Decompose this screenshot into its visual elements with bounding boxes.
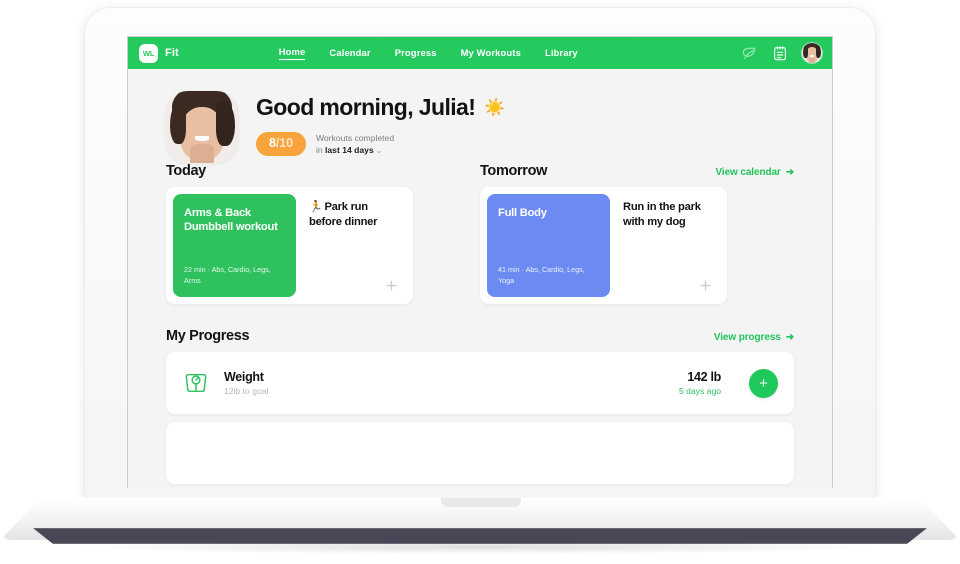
nav-link-home[interactable]: Home — [278, 46, 306, 60]
brand[interactable]: WL Fit — [139, 43, 179, 63]
runner-icon: 🏃 — [309, 201, 323, 213]
top-navigation-bar: WL Fit Home Calendar Progress My Workout… — [128, 37, 832, 69]
screenshot-stage: WL Fit Home Calendar Progress My Workout… — [0, 0, 960, 564]
laptop-screen: WL Fit Home Calendar Progress My Workout… — [127, 36, 833, 488]
today-note[interactable]: 🏃 Park run before dinner — [303, 187, 413, 304]
add-today-item-button[interactable] — [384, 278, 399, 293]
progress-row-label: Weight 12lb to goal — [224, 370, 268, 396]
caption-prefix: in — [315, 145, 326, 156]
tomorrow-heading: Tomorrow — [480, 163, 548, 179]
add-tomorrow-item-button[interactable] — [698, 278, 713, 293]
caption-line-2[interactable]: in last 14 days ⌄ — [316, 144, 394, 157]
user-avatar[interactable] — [802, 43, 822, 63]
greeting-title-text: Good morning, Julia! — [256, 94, 476, 121]
progress-header: My Progress View progress ➜ — [166, 328, 794, 344]
add-weight-entry-button[interactable]: + — [749, 368, 778, 398]
laptop-base-notch — [441, 498, 521, 507]
nav-link-calendar[interactable]: Calendar — [329, 47, 370, 60]
workouts-completed-badge: 8/10 — [256, 132, 306, 156]
nav-link-library[interactable]: Library — [545, 47, 578, 60]
tomorrow-header: Tomorrow View calendar ➜ — [480, 163, 794, 179]
leaf-icon[interactable] — [742, 45, 758, 61]
avatar-face — [802, 43, 822, 63]
view-calendar-label: View calendar — [715, 167, 781, 178]
greeting-subline: 8/10 Workouts completed in last 14 days ⌄ — [256, 132, 505, 157]
scale-icon — [185, 373, 207, 393]
badge-total: /10 — [275, 136, 293, 151]
progress-row-value: 142 lb 5 days ago — [679, 370, 721, 396]
app-logo-icon: WL — [139, 43, 158, 63]
nav-actions — [742, 43, 822, 63]
tomorrow-workout-title: Full Body — [498, 207, 547, 219]
schedule-section: Today Arms & Back Dumbbell workout 22 mi… — [166, 163, 794, 304]
progress-row-weight[interactable]: Weight 12lb to goal 142 lb 5 days ago + — [166, 352, 794, 414]
sun-icon: ☀️ — [484, 97, 505, 117]
primary-nav: Home Calendar Progress My Workouts Libra… — [278, 46, 578, 60]
today-heading: Today — [166, 163, 206, 179]
page-title: Good morning, Julia! ☀️ — [256, 94, 505, 121]
arrow-right-icon: ➜ — [785, 332, 794, 343]
tomorrow-card[interactable]: Full Body 41 min · Abs, Cardio, Legs, Yo… — [480, 187, 727, 304]
progress-heading: My Progress — [166, 328, 250, 344]
view-calendar-link[interactable]: View calendar ➜ — [716, 167, 795, 178]
today-header: Today — [166, 163, 480, 179]
tomorrow-workout-tile[interactable]: Full Body 41 min · Abs, Cardio, Legs, Yo… — [487, 194, 610, 297]
app-name: Fit — [165, 47, 179, 59]
tomorrow-note-title: Run in the park with my dog — [623, 201, 701, 228]
chevron-down-icon[interactable]: ⌄ — [376, 146, 383, 155]
progress-metric-timestamp: 5 days ago — [678, 386, 721, 396]
page-content: Good morning, Julia! ☀️ 8/10 Workouts co… — [128, 69, 832, 484]
profile-avatar[interactable] — [166, 91, 238, 163]
today-workout-meta: 22 min · Abs, Cardio, Legs, Arms — [184, 265, 271, 286]
today-column: Today Arms & Back Dumbbell workout 22 mi… — [166, 163, 480, 304]
clipboard-icon[interactable] — [772, 45, 788, 61]
badge-count: 8 — [269, 136, 276, 151]
progress-metric-name: Weight — [224, 370, 264, 384]
today-workout-title: Arms & Back Dumbbell workout — [184, 207, 278, 234]
today-note-title: 🏃 Park run before dinner — [309, 200, 401, 229]
greeting-section: Good morning, Julia! ☀️ 8/10 Workouts co… — [166, 69, 794, 163]
laptop-floor-shadow — [80, 540, 880, 554]
view-progress-link[interactable]: View progress ➜ — [714, 332, 794, 343]
caption-period: last 14 days — [325, 145, 374, 156]
tomorrow-workout-meta: 41 min · Abs, Cardio, Legs, Yoga — [498, 265, 585, 286]
progress-metric-sub: 12lb to goal — [224, 386, 269, 396]
greeting-text-column: Good morning, Julia! ☀️ 8/10 Workouts co… — [256, 95, 505, 158]
today-workout-tile[interactable]: Arms & Back Dumbbell workout 22 min · Ab… — [173, 194, 296, 297]
nav-link-my-workouts[interactable]: My Workouts — [461, 47, 521, 60]
caption-line-1: Workouts completed — [315, 132, 395, 143]
tomorrow-note[interactable]: Run in the park with my dog — [617, 187, 727, 304]
progress-row-next[interactable] — [166, 422, 794, 484]
tomorrow-column: Tomorrow View calendar ➜ Full Body 41 mi… — [480, 163, 794, 304]
today-card[interactable]: Arms & Back Dumbbell workout 22 min · Ab… — [166, 187, 413, 304]
progress-metric-value: 142 lb — [687, 370, 721, 384]
nav-link-progress[interactable]: Progress — [395, 47, 437, 60]
profile-avatar-face — [166, 91, 238, 163]
arrow-right-icon: ➜ — [785, 167, 794, 178]
workouts-completed-caption: Workouts completed in last 14 days ⌄ — [316, 132, 394, 157]
view-progress-label: View progress — [713, 332, 781, 343]
